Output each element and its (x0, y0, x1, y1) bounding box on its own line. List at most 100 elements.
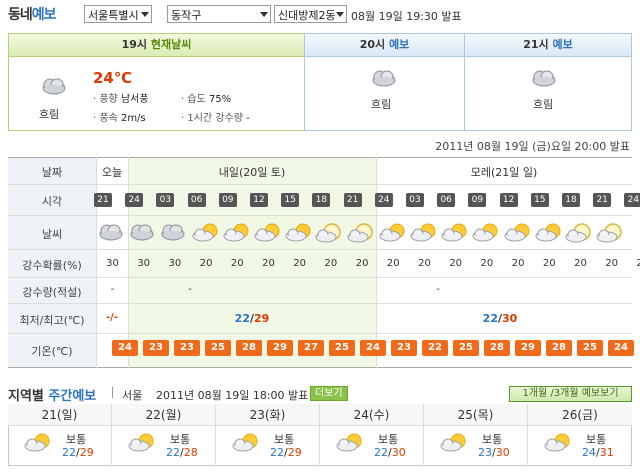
pop-cell: 20 (386, 258, 400, 269)
partly-cloudy-icon (440, 433, 466, 452)
district-select[interactable]: 동작구 (167, 5, 271, 23)
pop-cell: 20 (636, 258, 640, 269)
partly-cloudy-icon (285, 223, 311, 242)
row-divider (8, 215, 632, 216)
current-temperature: 24℃ (93, 69, 133, 87)
temp-cell: 28 (546, 340, 572, 356)
hourly-rain: · 1시간 강수량 - (181, 113, 250, 124)
pop-cell: 20 (605, 258, 619, 269)
hour-cell: 09 (468, 193, 487, 207)
weekly-condition: 보통 (586, 433, 607, 446)
forecast-header: 20시 예보 (305, 34, 464, 57)
temp-cell: 25 (577, 340, 603, 356)
humidity: · 습도 75% (181, 94, 232, 105)
temp-cell: 24 (112, 340, 138, 356)
pop-cell: 20 (511, 258, 525, 269)
minmax-today: -/- (106, 312, 118, 323)
pop-cell: 20 (418, 258, 431, 269)
weekly-day: 22(월) 보통 22/28 (112, 404, 216, 466)
hour-cell: 15 (281, 193, 300, 207)
hour-cell: 24 (374, 193, 393, 207)
hour-cell: 12 (250, 193, 268, 207)
hour-cell: 18 (312, 193, 331, 207)
hour-cell: 03 (406, 193, 424, 207)
hour-cell: 21 (343, 193, 362, 207)
weekly-day-label: 25(목) (424, 404, 527, 426)
row-divider (8, 249, 632, 250)
partly-cloudy-night-icon (596, 223, 622, 243)
chevron-down-icon (141, 12, 149, 17)
forecast-condition: 흐림 (533, 98, 554, 111)
cloudy-icon (42, 78, 66, 95)
weekly-day-label: 23(화) (216, 404, 319, 426)
day-today: 오늘 (101, 166, 123, 179)
temp-cell: 23 (143, 340, 169, 356)
weekly-day: 25(목) 보통 23/30 (424, 404, 528, 466)
day-tomorrow: 내일(20일 토) (218, 166, 286, 179)
monthly-forecast-button[interactable]: 1개월 /3개월 예보보기 (509, 386, 632, 402)
cloudy-icon (161, 224, 185, 241)
cloudy-icon (532, 70, 556, 87)
row-label-temp: 기온(℃) (31, 345, 73, 358)
weekly-condition: 보통 (66, 433, 87, 446)
partly-cloudy-icon (232, 433, 258, 452)
weekly-minmax: 22/29 (270, 446, 302, 459)
weekly-condition: 보통 (482, 433, 503, 446)
hour-cell: 03 (156, 193, 175, 207)
page-title: 동네예보 (8, 7, 57, 23)
rain-today: - (110, 284, 115, 295)
chevron-down-icon (336, 12, 344, 17)
pop-cell: 20 (230, 258, 244, 269)
weekly-minmax: 22/29 (62, 446, 94, 459)
city-select[interactable]: 서울특별시 (84, 5, 152, 23)
dong-select[interactable]: 신대방제2동 (274, 5, 347, 23)
hour-cell: 06 (437, 193, 456, 207)
temp-cell: 22 (422, 340, 448, 356)
weekly-day: 21(일) 보통 22/29 (8, 404, 112, 466)
weekly-day-label: 22(월) (112, 404, 215, 426)
minmax-tomorrow: 22/29 (234, 312, 270, 325)
row-label-weather: 날씨 (41, 228, 63, 241)
divider (112, 387, 113, 398)
temp-cell: 28 (236, 340, 262, 356)
pop-cell: 20 (262, 258, 275, 269)
hour-cell: 24 (125, 193, 144, 207)
cloudy-icon (99, 224, 123, 241)
chevron-down-icon (260, 12, 268, 17)
weekly-minmax: 22/28 (166, 446, 198, 459)
weekly-condition: 보통 (378, 433, 399, 446)
table-timestamp: 2011년 08월 19일 (금)요일 20:00 발표 (435, 140, 630, 153)
row-divider (8, 333, 632, 334)
weekly-day-label: 21(일) (8, 404, 111, 426)
forecast-header: 21시 예보 (465, 34, 631, 57)
row-label-rain: 강수량(적설) (22, 286, 82, 299)
partly-cloudy-icon (504, 223, 530, 242)
temp-cell: 24 (608, 340, 634, 356)
weekly-minmax: 23/30 (478, 446, 510, 459)
partly-cloudy-icon (472, 223, 498, 242)
temp-cell: 27 (298, 340, 324, 356)
forecast-panel-21: 21시 예보 흐림 (464, 33, 632, 131)
hour-cell: 15 (530, 193, 549, 207)
partly-cloudy-night-icon (315, 223, 342, 243)
partly-cloudy-icon (223, 223, 249, 242)
minmax-after: 22/30 (482, 312, 518, 325)
issued-time: 08월 19일 19:30 발표 (351, 10, 462, 23)
cloudy-icon (372, 70, 396, 87)
weekly-day-label: 24(수) (320, 404, 423, 426)
weekly-day: 24(수) 보통 22/30 (320, 404, 424, 466)
weekly-condition: 보통 (274, 433, 295, 446)
pop-cell: 20 (574, 258, 587, 269)
hour-cell: 21 (94, 193, 112, 207)
pop-cell: 20 (542, 258, 556, 269)
forecast-condition: 흐림 (371, 98, 392, 111)
weekly-minmax: 24/31 (582, 446, 614, 459)
row-divider (8, 303, 632, 304)
row-label-minmax: 최저/최고(℃) (19, 314, 85, 327)
temp-cell: 29 (267, 340, 293, 356)
temp-cell: 25 (205, 340, 231, 356)
hour-cell: 24 (624, 193, 640, 207)
more-button[interactable]: 더보기 (310, 386, 348, 401)
pop-cell: 20 (480, 258, 494, 269)
partly-cloudy-night-icon (565, 223, 591, 243)
